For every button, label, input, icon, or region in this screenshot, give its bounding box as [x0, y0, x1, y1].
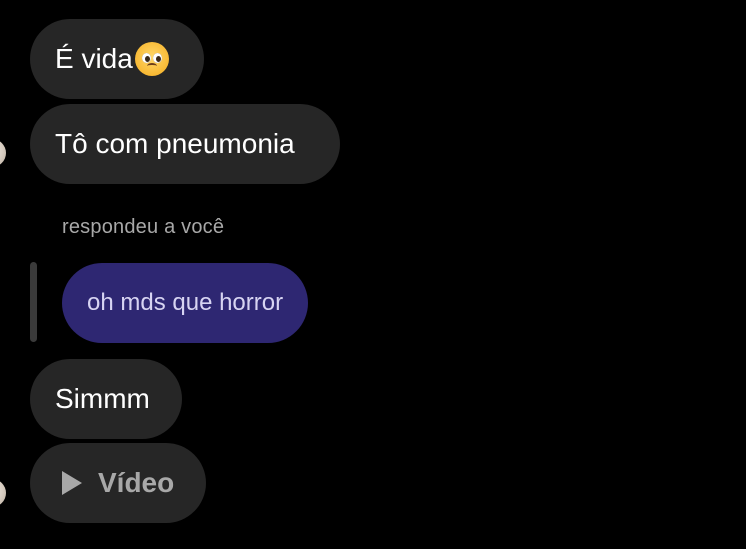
quoted-message-text: oh mds que horror: [87, 289, 284, 316]
message-bubble[interactable]: Tô com pneumonia: [30, 104, 340, 184]
reply-quote-bar: [30, 262, 37, 342]
quoted-message-bubble[interactable]: oh mds que horror: [62, 263, 309, 343]
avatar[interactable]: [0, 139, 6, 167]
message-bubble[interactable]: É vida: [30, 19, 204, 99]
message-bubble[interactable]: Simmm: [30, 359, 182, 439]
avatar[interactable]: [0, 479, 6, 507]
message-text: Tô com pneumonia: [55, 128, 295, 159]
play-icon: [62, 471, 82, 495]
video-message-bubble[interactable]: Vídeo: [30, 443, 206, 523]
message-text: Simmm: [55, 383, 150, 414]
video-label: Vídeo: [98, 467, 175, 498]
pleading-face-emoji-icon: [134, 42, 169, 76]
message-text: É vida: [55, 43, 133, 74]
reply-indicator: respondeu a você: [62, 216, 225, 238]
